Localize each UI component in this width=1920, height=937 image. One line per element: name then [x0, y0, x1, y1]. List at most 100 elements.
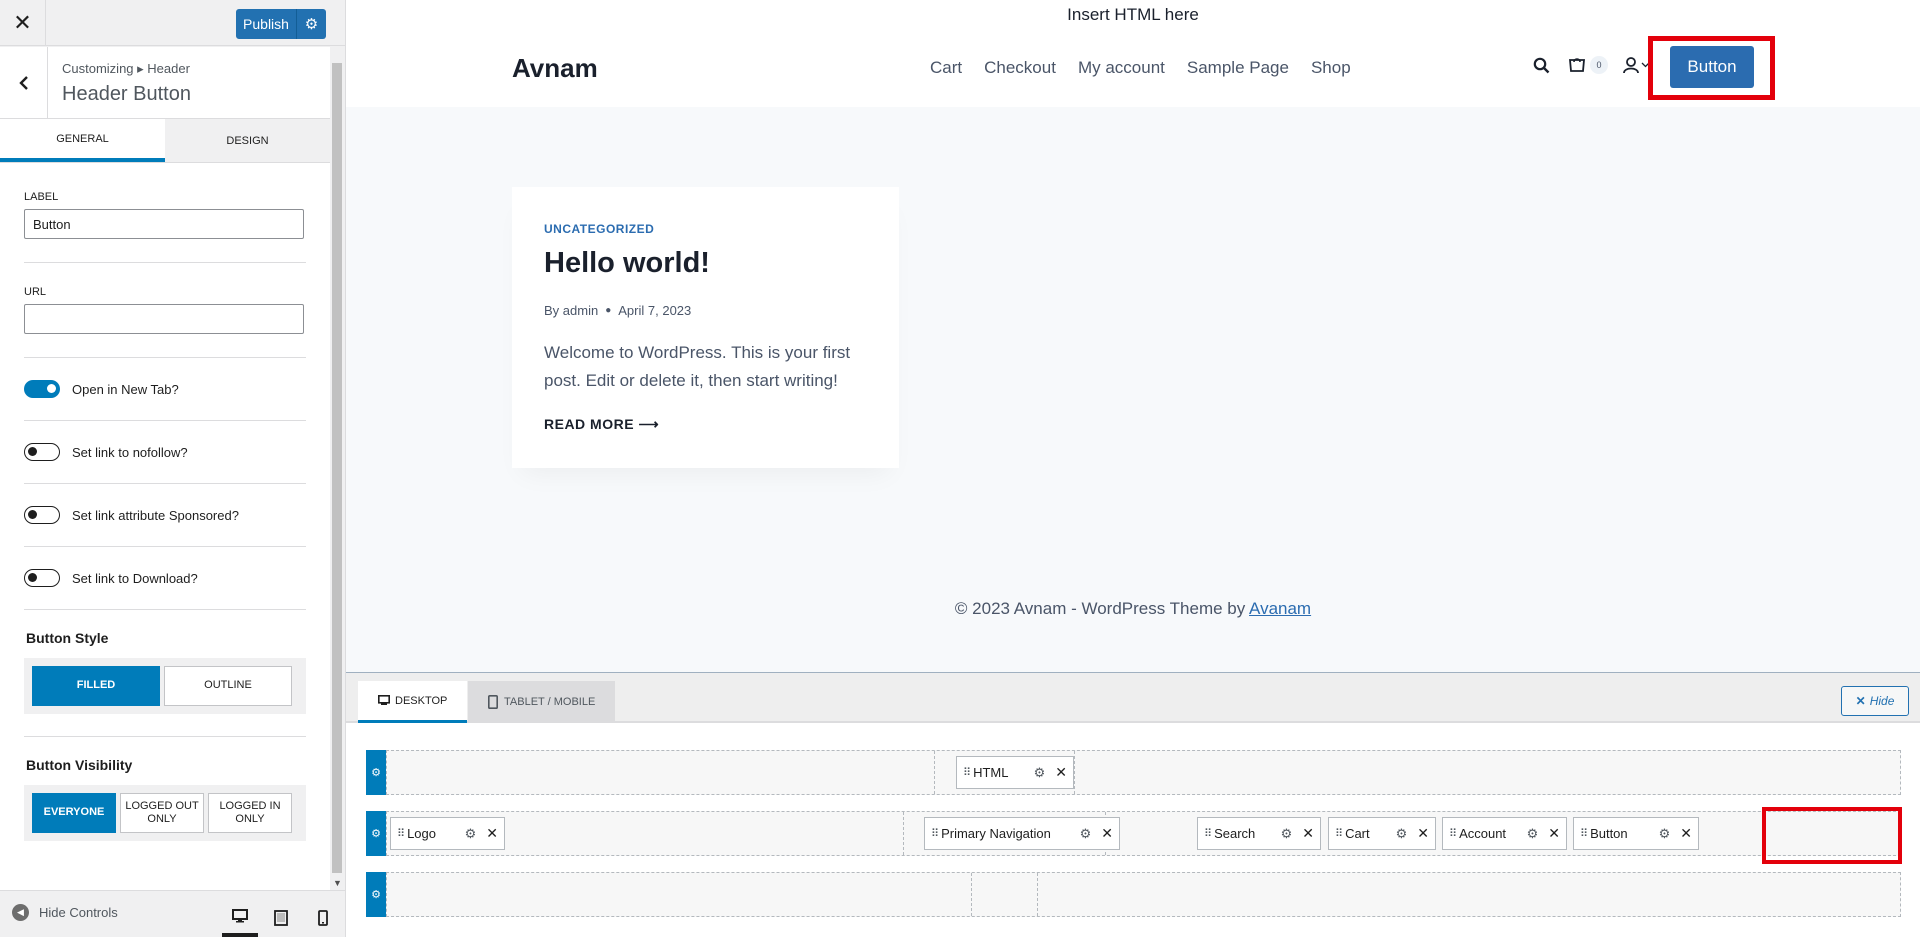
drag-handle-icon[interactable]: ⠿ — [1580, 827, 1588, 840]
gear-icon: ⚙ — [371, 889, 381, 901]
nofollow-toggle-label: Set link to nofollow? — [72, 444, 188, 460]
visibility-everyone-button[interactable]: Everyone — [32, 793, 116, 833]
bottom-row-settings-button[interactable]: ⚙ — [366, 872, 386, 917]
top-row-settings-button[interactable]: ⚙ — [366, 750, 386, 795]
scrollbar-thumb[interactable] — [332, 63, 342, 873]
toggle-download-row: Set link to Download? — [24, 547, 306, 610]
gear-icon[interactable]: ⚙ — [1396, 826, 1408, 842]
post-title[interactable]: Hello world! — [544, 247, 710, 280]
sponsored-toggle[interactable] — [24, 506, 60, 524]
hide-controls-button[interactable]: ◀ Hide Controls — [12, 904, 118, 921]
hide-builder-label: Hide — [1869, 694, 1895, 708]
remove-icon[interactable]: ✕ — [1680, 825, 1692, 842]
remove-icon[interactable]: ✕ — [486, 825, 498, 842]
remove-icon[interactable]: ✕ — [1101, 825, 1113, 842]
builder-item-account[interactable]: ⠿ Account ⚙ ✕ — [1442, 817, 1567, 850]
remove-icon[interactable]: ✕ — [1055, 764, 1067, 781]
drag-handle-icon[interactable]: ⠿ — [1204, 827, 1212, 840]
style-filled-button[interactable]: Filled — [32, 666, 160, 706]
gear-icon[interactable]: ⚙ — [1080, 826, 1092, 842]
desktop-icon — [378, 695, 390, 705]
scroll-down-arrow-icon[interactable]: ▼ — [333, 878, 342, 888]
remove-icon[interactable]: ✕ — [1417, 825, 1429, 842]
top-row-divider-left — [934, 751, 935, 794]
builder-item-primary-navigation[interactable]: ⠿ Primary Navigation ⚙ ✕ — [924, 817, 1120, 850]
user-icon — [1623, 57, 1639, 74]
post-meta: By admin ● April 7, 2023 — [544, 303, 691, 318]
gear-icon[interactable]: ⚙ — [1659, 826, 1671, 842]
builder-tab-tablet-mobile[interactable]: Tablet / Mobile — [468, 681, 616, 723]
builder-item-html[interactable]: ⠿ HTML ⚙ ✕ — [956, 756, 1074, 789]
nav-item-my-account[interactable]: My account — [1078, 58, 1165, 78]
nav-item-checkout[interactable]: Checkout — [984, 58, 1056, 78]
gear-icon[interactable]: ⚙ — [1034, 765, 1046, 781]
header-account-button[interactable] — [1622, 56, 1650, 74]
bottom-row-dropzone[interactable] — [386, 872, 1901, 917]
sidebar-scrollbar[interactable]: ▼ — [330, 47, 344, 890]
preview-mobile-button[interactable] — [305, 899, 341, 937]
site-preview: Insert HTML here Avnam Cart Checkout My … — [346, 0, 1920, 672]
header-cart-button[interactable]: 0 — [1568, 56, 1608, 74]
desktop-icon — [232, 909, 248, 923]
nav-item-shop[interactable]: Shop — [1311, 58, 1351, 78]
section-title: Header Button — [62, 83, 191, 105]
publish-settings-button[interactable]: ⚙ — [296, 9, 326, 39]
header-search-button[interactable] — [1533, 57, 1550, 79]
footer-link[interactable]: Avanam — [1249, 599, 1311, 618]
builder-item-cart[interactable]: ⠿ Cart ⚙ ✕ — [1328, 817, 1436, 850]
preview-desktop-button[interactable] — [222, 899, 258, 937]
toggle-sponsored-row: Set link attribute Sponsored? — [24, 484, 306, 547]
nav-item-sample-page[interactable]: Sample Page — [1187, 58, 1289, 78]
button-style-options: Filled Outline — [24, 658, 306, 714]
header-button[interactable]: Button — [1670, 46, 1754, 88]
visibility-logged-out-button[interactable]: Logged Out Only — [120, 793, 204, 833]
builder-main-row: ⚙ ⠿ Logo ⚙ ✕ ⠿ Primary Navigation ⚙ ✕ ⠿ … — [366, 811, 1901, 856]
builder-item-button[interactable]: ⠿ Button ⚙ ✕ — [1573, 817, 1699, 850]
post-author[interactable]: admin — [563, 303, 598, 318]
url-input[interactable] — [24, 304, 304, 334]
read-more-link[interactable]: Read More ⟶ — [544, 416, 659, 433]
visibility-logged-in-button[interactable]: Logged In Only — [208, 793, 292, 833]
publish-button[interactable]: Publish — [236, 9, 296, 39]
style-outline-button[interactable]: Outline — [164, 666, 292, 706]
close-customizer-button[interactable]: ✕ — [0, 0, 46, 46]
drag-handle-icon[interactable]: ⠿ — [1449, 827, 1457, 840]
sponsored-toggle-label: Set link attribute Sponsored? — [72, 507, 239, 523]
main-row-dropzone[interactable]: ⠿ Logo ⚙ ✕ ⠿ Primary Navigation ⚙ ✕ ⠿ Se… — [386, 811, 1901, 856]
gear-icon[interactable]: ⚙ — [1527, 826, 1539, 842]
drag-handle-icon[interactable]: ⠿ — [1335, 827, 1343, 840]
collapse-arrow-icon: ◀ — [12, 904, 29, 921]
drag-handle-icon[interactable]: ⠿ — [963, 766, 971, 779]
remove-icon[interactable]: ✕ — [1548, 825, 1560, 842]
preview-tablet-button[interactable] — [263, 899, 299, 937]
tab-general[interactable]: General — [0, 119, 165, 162]
remove-icon[interactable]: ✕ — [1302, 825, 1314, 842]
tab-design[interactable]: Design — [165, 119, 330, 162]
main-row-settings-button[interactable]: ⚙ — [366, 811, 386, 856]
customizer-topbar: ✕ Publish ⚙ — [0, 0, 345, 46]
site-logo[interactable]: Avnam — [512, 53, 598, 84]
gear-icon[interactable]: ⚙ — [1281, 826, 1293, 842]
new-tab-toggle[interactable] — [24, 380, 60, 398]
builder-tab-desktop[interactable]: Desktop — [358, 681, 468, 723]
gear-icon[interactable]: ⚙ — [465, 826, 477, 842]
post-date[interactable]: April 7, 2023 — [618, 303, 691, 318]
builder-item-html-label: HTML — [973, 765, 1009, 780]
drag-handle-icon[interactable]: ⠿ — [397, 827, 405, 840]
hide-builder-button[interactable]: ✕ Hide — [1841, 686, 1909, 716]
nofollow-toggle[interactable] — [24, 443, 60, 461]
gear-icon: ⚙ — [371, 767, 381, 779]
drag-handle-icon[interactable]: ⠿ — [931, 827, 939, 840]
chevron-down-icon — [1641, 62, 1650, 68]
tablet-icon — [274, 910, 288, 926]
back-button[interactable] — [0, 47, 48, 119]
builder-item-search[interactable]: ⠿ Search ⚙ ✕ — [1197, 817, 1321, 850]
label-input[interactable] — [24, 209, 304, 239]
nav-item-cart[interactable]: Cart — [930, 58, 962, 78]
main-row-divider-left — [903, 812, 904, 855]
builder-item-logo[interactable]: ⠿ Logo ⚙ ✕ — [390, 817, 505, 850]
primary-navigation: Cart Checkout My account Sample Page Sho… — [930, 58, 1351, 78]
top-row-dropzone[interactable]: ⠿ HTML ⚙ ✕ — [386, 750, 1901, 795]
post-category[interactable]: Uncategorized — [544, 222, 654, 236]
download-toggle[interactable] — [24, 569, 60, 587]
